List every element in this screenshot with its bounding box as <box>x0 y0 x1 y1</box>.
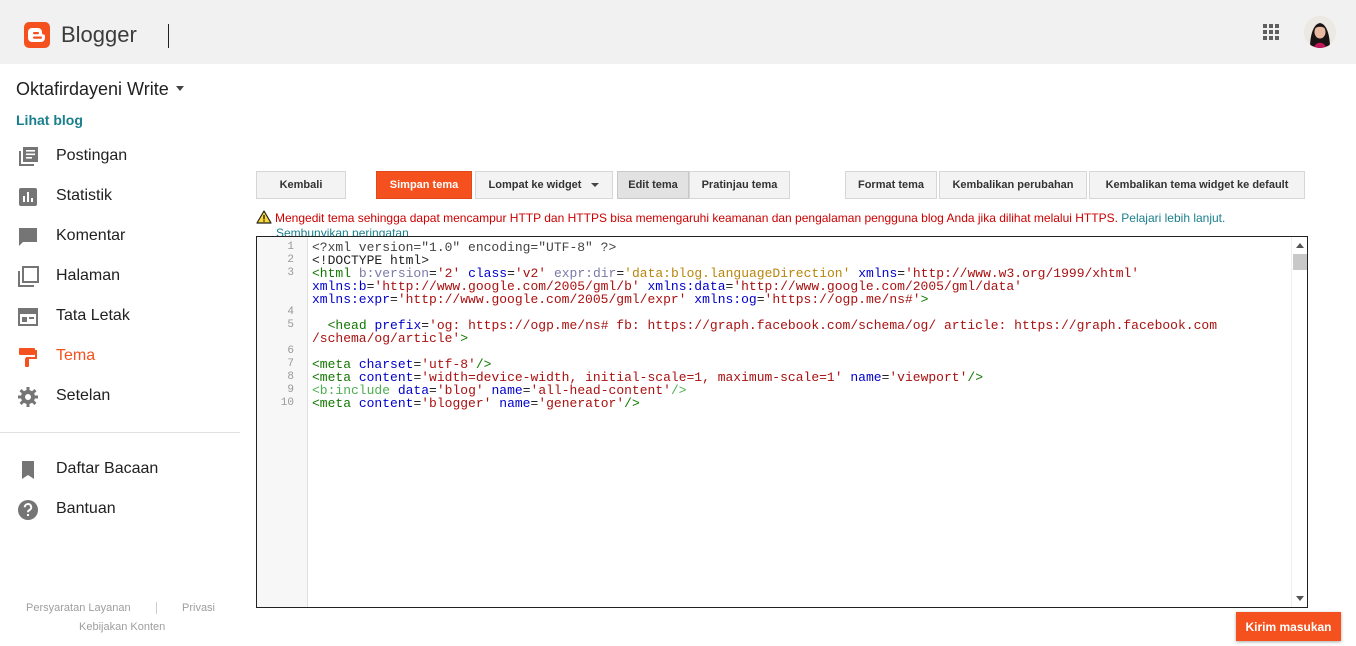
comment-icon <box>19 228 37 246</box>
sidebar-item-postingan[interactable]: Postingan <box>0 136 240 176</box>
code-line[interactable]: <meta content='blogger' name='generator'… <box>312 397 640 410</box>
sidebar-item-label: Postingan <box>56 147 128 164</box>
code-line[interactable]: /schema/og/article'> <box>312 332 468 345</box>
privacy-link[interactable]: Privasi <box>182 602 215 614</box>
line-number: 9 <box>287 384 294 396</box>
learn-more-link[interactable]: Pelajari lebih lanjut. <box>1121 211 1225 225</box>
save-theme-button[interactable]: Simpan tema <box>376 171 472 199</box>
user-avatar[interactable] <box>1304 16 1336 48</box>
sidebar-divider <box>0 432 240 433</box>
format-theme-button[interactable]: Format tema <box>845 171 937 199</box>
sidebar-item-statistik[interactable]: Statistik <box>0 176 240 216</box>
scrollbar-thumb[interactable] <box>1293 254 1307 270</box>
editor-scrollbar[interactable] <box>1291 237 1307 607</box>
line-number: 5 <box>287 319 294 331</box>
posts-icon <box>19 147 38 166</box>
sidebar-item-label: Daftar Bacaan <box>56 460 159 477</box>
sidebar-item-halaman[interactable]: Halaman <box>0 256 240 296</box>
line-number: 8 <box>287 371 294 383</box>
sidebar-item-label: Bantuan <box>56 500 116 517</box>
sidebar-item-label: Komentar <box>56 227 126 244</box>
app-name[interactable]: Blogger <box>61 22 137 48</box>
jump-to-widget-label: Lompat ke widget <box>488 179 582 191</box>
pages-icon <box>18 266 39 287</box>
sidebar-item-tema[interactable]: Tema <box>0 336 240 376</box>
jump-to-widget-dropdown[interactable]: Lompat ke widget <box>475 171 613 199</box>
bookmark-icon <box>22 461 34 479</box>
line-number: 3 <box>287 267 294 279</box>
blog-selector[interactable]: Oktafirdayeni Write <box>16 79 169 100</box>
sidebar-item-komentar[interactable]: Komentar <box>0 216 240 256</box>
reset-widgets-button[interactable]: Kembalikan tema widget ke default <box>1089 171 1305 199</box>
terms-link[interactable]: Persyaratan Layanan <box>26 602 131 614</box>
theme-code-editor[interactable]: 1 2 3 4 5 6 7 8 9 10 <?xml version="1.0"… <box>256 236 1308 608</box>
sidebar-item-daftar-bacaan[interactable]: Daftar Bacaan <box>0 449 240 489</box>
header-divider <box>168 24 169 48</box>
sidebar-item-label: Tata Letak <box>56 307 130 324</box>
settings-icon <box>18 387 38 407</box>
line-number-gutter: 1 2 3 4 5 6 7 8 9 10 <box>257 237 308 607</box>
sidebar-item-setelan[interactable]: Setelan <box>0 376 240 416</box>
edit-theme-button[interactable]: Edit tema <box>617 171 689 199</box>
mixed-content-warning: Mengedit tema sehingga dapat mencampur H… <box>256 210 1225 225</box>
line-number: 10 <box>280 397 294 409</box>
warning-icon <box>256 210 272 224</box>
theme-icon <box>19 348 37 367</box>
back-button[interactable]: Kembali <box>256 171 346 199</box>
scroll-up-icon[interactable] <box>1296 243 1304 248</box>
send-feedback-button[interactable]: Kirim masukan <box>1236 612 1341 641</box>
line-number: 6 <box>287 345 294 357</box>
content-policy-link[interactable]: Kebijakan Konten <box>79 621 165 633</box>
chevron-down-icon <box>591 183 600 187</box>
code-line[interactable]: xmlns:expr='http://www.google.com/2005/g… <box>312 293 928 306</box>
sidebar-item-bantuan[interactable]: Bantuan <box>0 489 240 529</box>
revert-changes-button[interactable]: Kembalikan perubahan <box>939 171 1087 199</box>
warning-text: Mengedit tema sehingga dapat mencampur H… <box>275 211 1118 225</box>
stats-icon <box>19 188 37 206</box>
view-blog-link[interactable]: Lihat blog <box>16 112 83 128</box>
footer-divider <box>156 602 157 614</box>
line-number: 7 <box>287 358 294 370</box>
line-number: 4 <box>287 306 294 318</box>
chevron-down-icon[interactable] <box>176 86 184 91</box>
sidebar-item-label: Statistik <box>56 187 113 204</box>
sidebar: Oktafirdayeni Write Lihat blog Postingan… <box>0 64 240 646</box>
sidebar-item-label: Setelan <box>56 387 111 404</box>
dismiss-warning-link[interactable]: Sembunyikan peringatan <box>276 226 409 236</box>
preview-theme-button[interactable]: Pratinjau tema <box>689 171 790 199</box>
layout-icon <box>18 308 38 326</box>
sidebar-item-label: Halaman <box>56 267 121 284</box>
top-bar: Blogger <box>0 0 1356 64</box>
sidebar-item-tata-letak[interactable]: Tata Letak <box>0 296 240 336</box>
line-number: 2 <box>287 254 294 266</box>
apps-grid-icon[interactable] <box>1263 24 1281 42</box>
blogger-logo-icon[interactable] <box>24 22 50 48</box>
help-icon <box>18 500 38 520</box>
sidebar-item-label: Tema <box>56 347 96 364</box>
scroll-down-icon[interactable] <box>1296 596 1304 601</box>
line-number: 1 <box>287 241 294 253</box>
